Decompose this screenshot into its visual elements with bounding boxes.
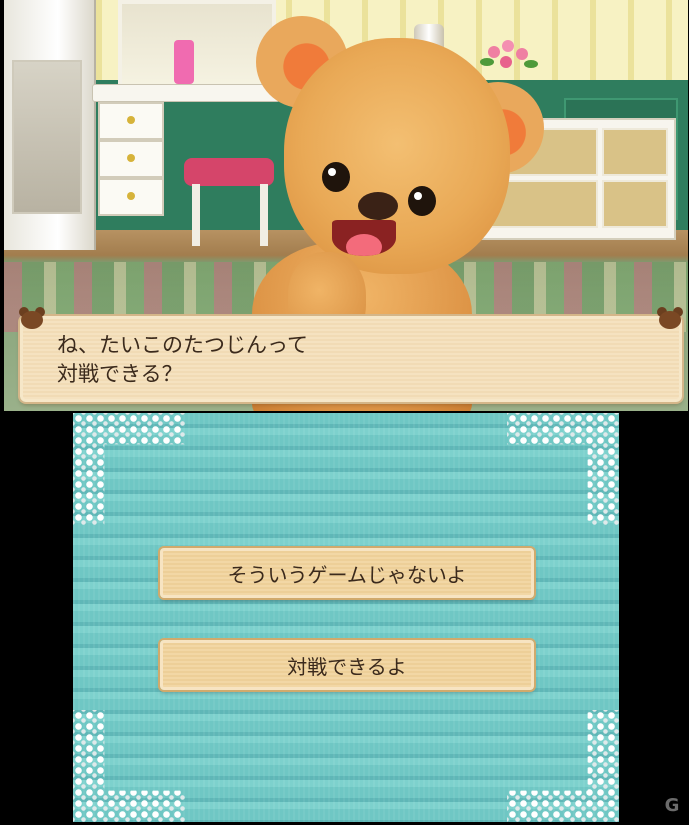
bear-mouth: [332, 220, 396, 256]
bear-head: [284, 38, 510, 274]
choice-label: 対戦できるよ: [287, 654, 407, 679]
stool-leg: [192, 184, 200, 246]
choice-button-not-that-kind-of-game[interactable]: そういうゲームじゃないよ: [160, 548, 534, 598]
bear-nose: [358, 192, 398, 220]
lace-corner-icon: [507, 413, 619, 525]
vanity-drawer: [98, 140, 164, 178]
cabinet-glass: [12, 60, 82, 214]
bear-eye: [322, 162, 350, 192]
bottom-screen: そういうゲームじゃないよ 対戦できるよ: [73, 413, 619, 822]
lace-corner-icon: [507, 710, 619, 822]
site-logo-text: G: [664, 795, 680, 816]
dialogue-box: ね、たいこのたつじんって 対戦できる？: [19, 307, 683, 402]
lace-corner-icon: [73, 413, 185, 525]
dialogue-text: ね、たいこのたつじんって 対戦できる？: [57, 333, 308, 386]
top-screen: ね、たいこのたつじんって 対戦できる？: [4, 0, 688, 411]
glass-cabinet: [4, 0, 96, 250]
choice-button-can-battle[interactable]: 対戦できるよ: [160, 640, 534, 690]
site-logo-icon: G: [661, 795, 683, 817]
bear-head-icon: [19, 307, 45, 329]
bear-head-icon: [657, 307, 683, 329]
choice-label: そういうゲームじゃないよ: [227, 562, 467, 587]
lace-corner-icon: [73, 710, 185, 822]
bear-eye: [408, 186, 436, 216]
vanity-drawer: [98, 102, 164, 140]
vanity-drawer: [98, 178, 164, 216]
perfume-bottle-icon: [174, 40, 194, 84]
